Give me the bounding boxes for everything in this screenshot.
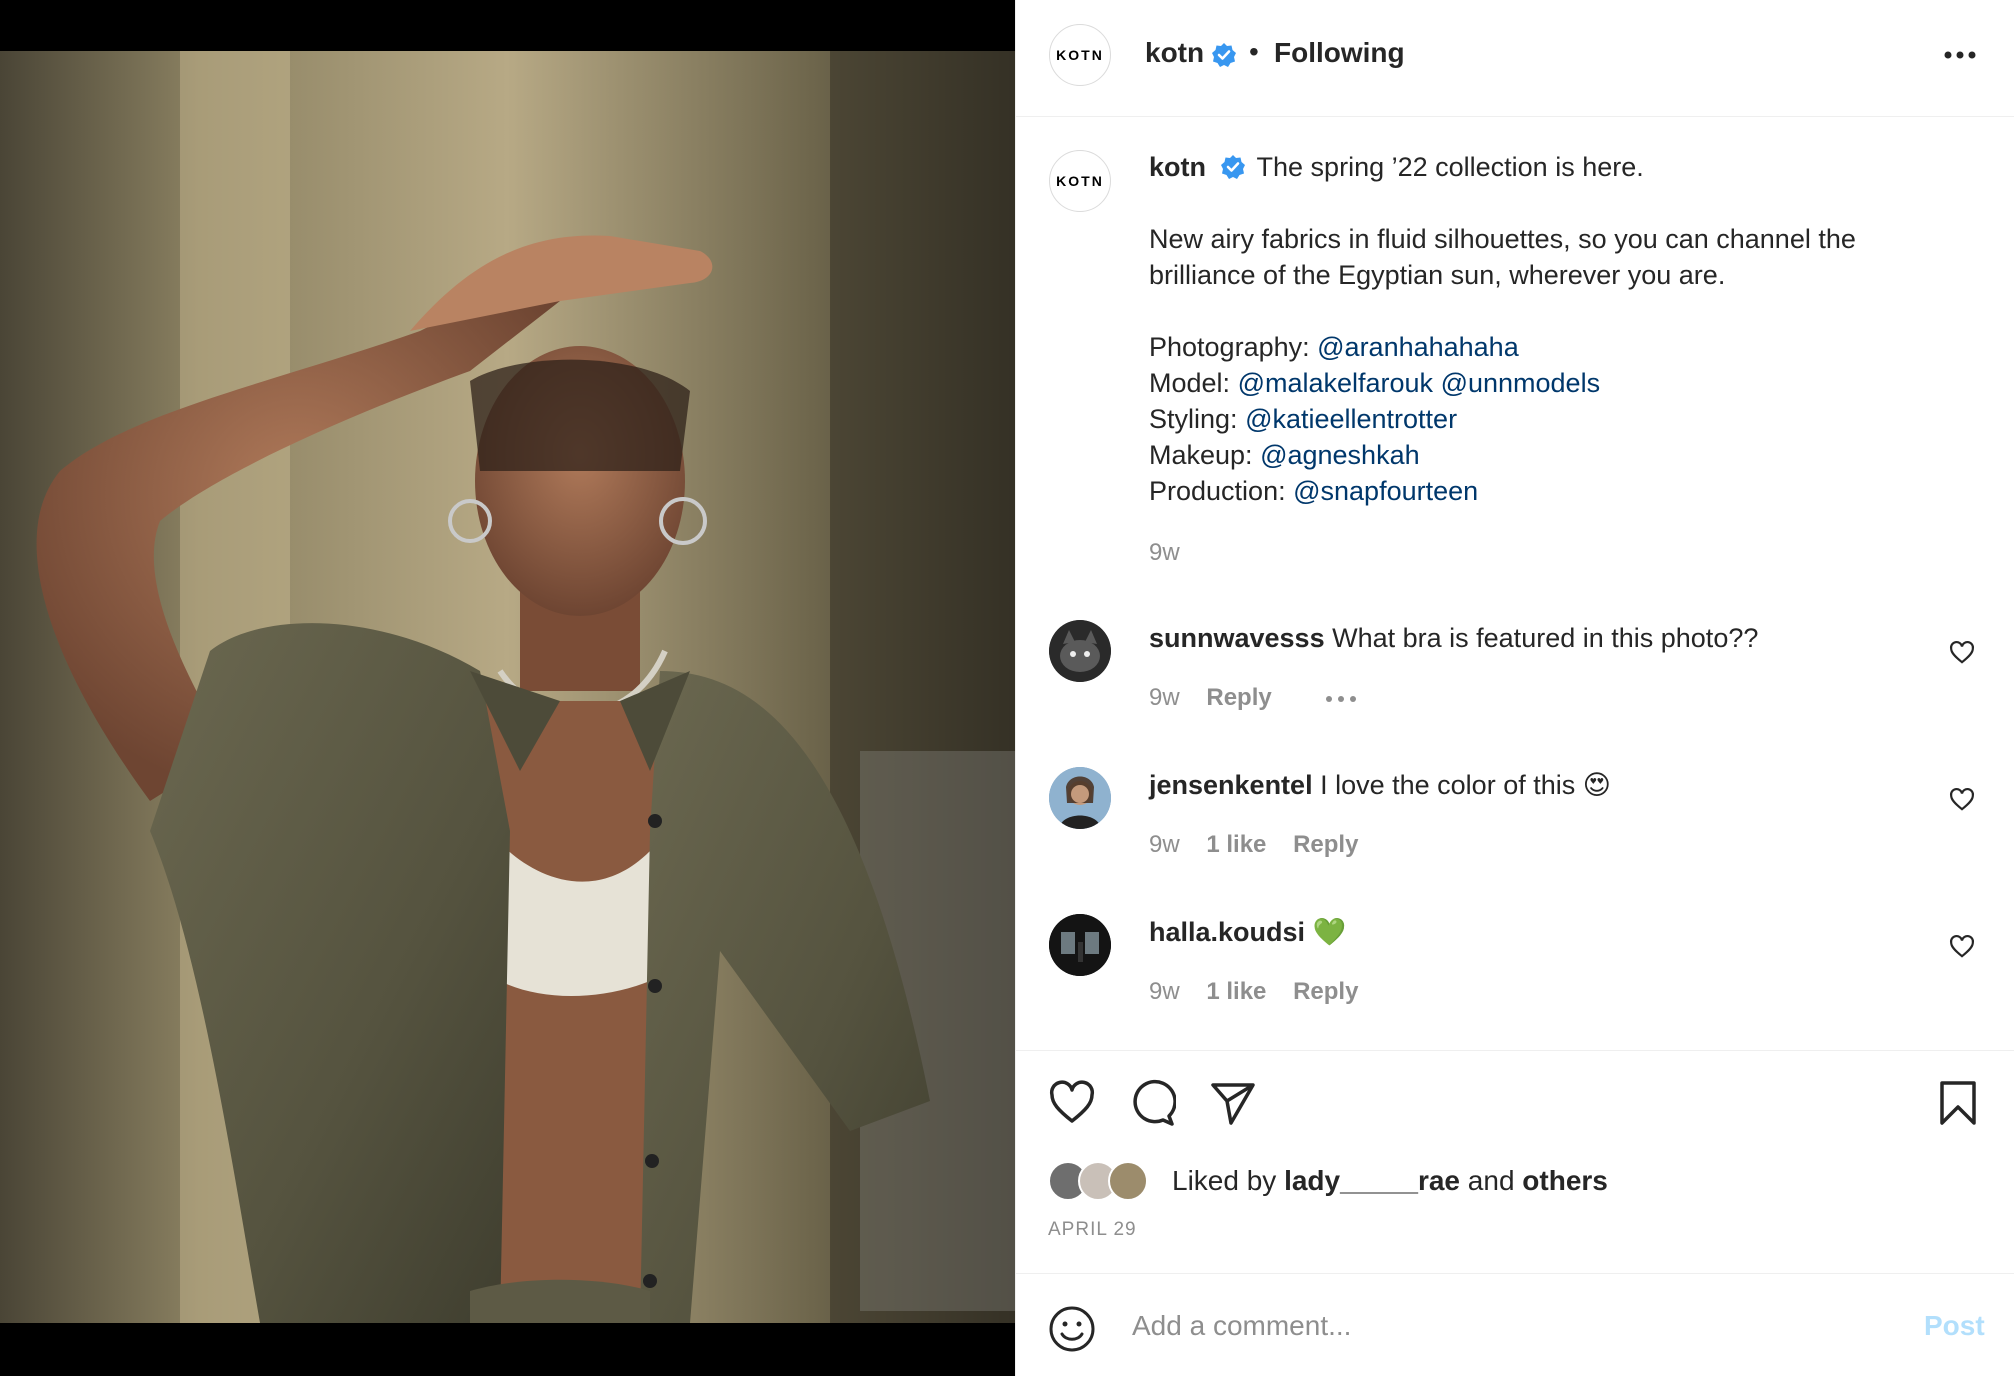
caption-author-avatar[interactable]: KOTN: [1049, 150, 1111, 212]
comment-meta: 9w Reply: [1149, 684, 1358, 712]
comment-body: 💚: [1312, 917, 1347, 947]
caption-timestamp: 9w: [1149, 539, 1180, 566]
author-username[interactable]: kotn: [1145, 37, 1204, 69]
post-photo-illustration: [0, 51, 1015, 1323]
liked-by-avatars[interactable]: [1048, 1161, 1148, 1201]
comment-username[interactable]: sunnwavesss: [1149, 623, 1325, 653]
comment-time: 9w: [1149, 978, 1180, 1005]
mention-link[interactable]: @agneshkah: [1260, 440, 1420, 470]
liked-by-text: Liked by lady_____rae and others: [1172, 1165, 1608, 1197]
save-bookmark-icon[interactable]: [1934, 1079, 1982, 1127]
liked-prefix: Liked by: [1172, 1165, 1277, 1196]
credit-makeup: Makeup: @agneshkah: [1149, 437, 1969, 473]
following-button[interactable]: Following: [1274, 37, 1405, 69]
post-header: KOTN kotn • Following: [1016, 0, 2014, 117]
credit-label: Makeup:: [1149, 440, 1253, 470]
comment-item: sunnwavesss What bra is featured in this…: [1016, 620, 2014, 730]
credit-label: Model:: [1149, 368, 1231, 398]
caption-paragraph: New airy fabrics in fluid silhouettes, s…: [1149, 224, 1856, 290]
mention-link[interactable]: @katieellentrotter: [1245, 404, 1457, 434]
brand-logo-text: KOTN: [1056, 47, 1104, 63]
window-avatar-icon: [1049, 914, 1111, 976]
emoji-icon[interactable]: [1048, 1305, 1096, 1353]
commenter-avatar[interactable]: [1049, 914, 1111, 976]
add-comment-bar: Post: [1016, 1273, 2014, 1376]
comment-likes[interactable]: 1 like: [1206, 831, 1266, 858]
comment-item: halla.koudsi 💚 9w 1 like Reply: [1016, 914, 2014, 1024]
credit-production: Production: @snapfourteen: [1149, 473, 1969, 509]
post-media-panel: [0, 0, 1015, 1376]
comment-text: jensenkentel I love the color of this 😍: [1149, 767, 1611, 803]
comment-like-icon[interactable]: [1949, 787, 1975, 813]
credit-label: Photography:: [1149, 332, 1310, 362]
comment-item: jensenkentel I love the color of this 😍 …: [1016, 767, 2014, 877]
comment-input[interactable]: [1130, 1300, 1834, 1352]
liked-user-link[interactable]: lady_____rae: [1284, 1165, 1460, 1196]
post-comment-button[interactable]: Post: [1924, 1310, 1985, 1342]
comment-text: sunnwavesss What bra is featured in this…: [1149, 620, 1758, 656]
comment-time: 9w: [1149, 831, 1180, 858]
reply-button[interactable]: Reply: [1206, 684, 1271, 711]
mention-link[interactable]: @aranhahahaha: [1317, 332, 1519, 362]
liked-and: and: [1467, 1165, 1515, 1196]
comment-body: I love the color of this 😍: [1320, 770, 1611, 800]
verified-badge-icon: [1220, 155, 1245, 179]
header-separator: •: [1249, 36, 1259, 67]
share-paper-plane-icon[interactable]: [1209, 1079, 1257, 1127]
post-date[interactable]: APRIL 29: [1048, 1219, 1137, 1241]
mention-link[interactable]: @unnmodels: [1441, 368, 1601, 398]
reply-button[interactable]: Reply: [1293, 978, 1358, 1005]
comment-meta: 9w 1 like Reply: [1149, 831, 1378, 859]
credit-photography: Photography: @aranhahahaha: [1149, 329, 1969, 365]
comment-text: halla.koudsi 💚: [1149, 914, 1346, 950]
commenter-avatar[interactable]: [1049, 620, 1111, 682]
post-details-panel: KOTN kotn • Following KOTN kotn The spri…: [1015, 0, 2014, 1376]
cat-avatar-icon: [1049, 620, 1111, 682]
comment-bubble-icon[interactable]: [1128, 1079, 1176, 1127]
comment-username[interactable]: halla.koudsi: [1149, 917, 1305, 947]
mention-link[interactable]: @snapfourteen: [1293, 476, 1478, 506]
post-actions: Liked by lady_____rae and others APRIL 2…: [1016, 1050, 2014, 1273]
more-options-icon[interactable]: [1940, 40, 1980, 70]
credit-label: Production:: [1149, 476, 1286, 506]
mention-link[interactable]: @malakelfarouk: [1238, 368, 1434, 398]
credit-styling: Styling: @katieellentrotter: [1149, 401, 1969, 437]
like-heart-icon[interactable]: [1048, 1079, 1096, 1127]
liked-others-link[interactable]: others: [1522, 1165, 1608, 1196]
caption-first-line: The spring ’22 collection is here.: [1256, 152, 1644, 182]
credit-label: Styling:: [1149, 404, 1238, 434]
comment-meta: 9w 1 like Reply: [1149, 978, 1378, 1006]
caption-username[interactable]: kotn: [1149, 152, 1206, 182]
comment-likes[interactable]: 1 like: [1206, 978, 1266, 1005]
commenter-avatar[interactable]: [1049, 767, 1111, 829]
liker-avatar: [1108, 1161, 1148, 1201]
person-avatar-icon: [1049, 767, 1111, 829]
credit-model: Model: @malakelfarouk @unnmodels: [1149, 365, 1969, 401]
comment-more-icon[interactable]: [1324, 694, 1358, 704]
post-photo[interactable]: [0, 51, 1015, 1323]
comment-like-icon[interactable]: [1949, 934, 1975, 960]
comment-body: What bra is featured in this photo??: [1332, 623, 1759, 653]
verified-badge-icon: [1212, 43, 1236, 67]
caption-text: kotn The spring ’22 collection is here. …: [1149, 149, 1969, 509]
brand-logo-text: KOTN: [1056, 173, 1104, 189]
comment-username[interactable]: jensenkentel: [1149, 770, 1313, 800]
reply-button[interactable]: Reply: [1293, 831, 1358, 858]
author-avatar[interactable]: KOTN: [1049, 24, 1111, 86]
comment-time: 9w: [1149, 684, 1180, 711]
comment-like-icon[interactable]: [1949, 640, 1975, 666]
